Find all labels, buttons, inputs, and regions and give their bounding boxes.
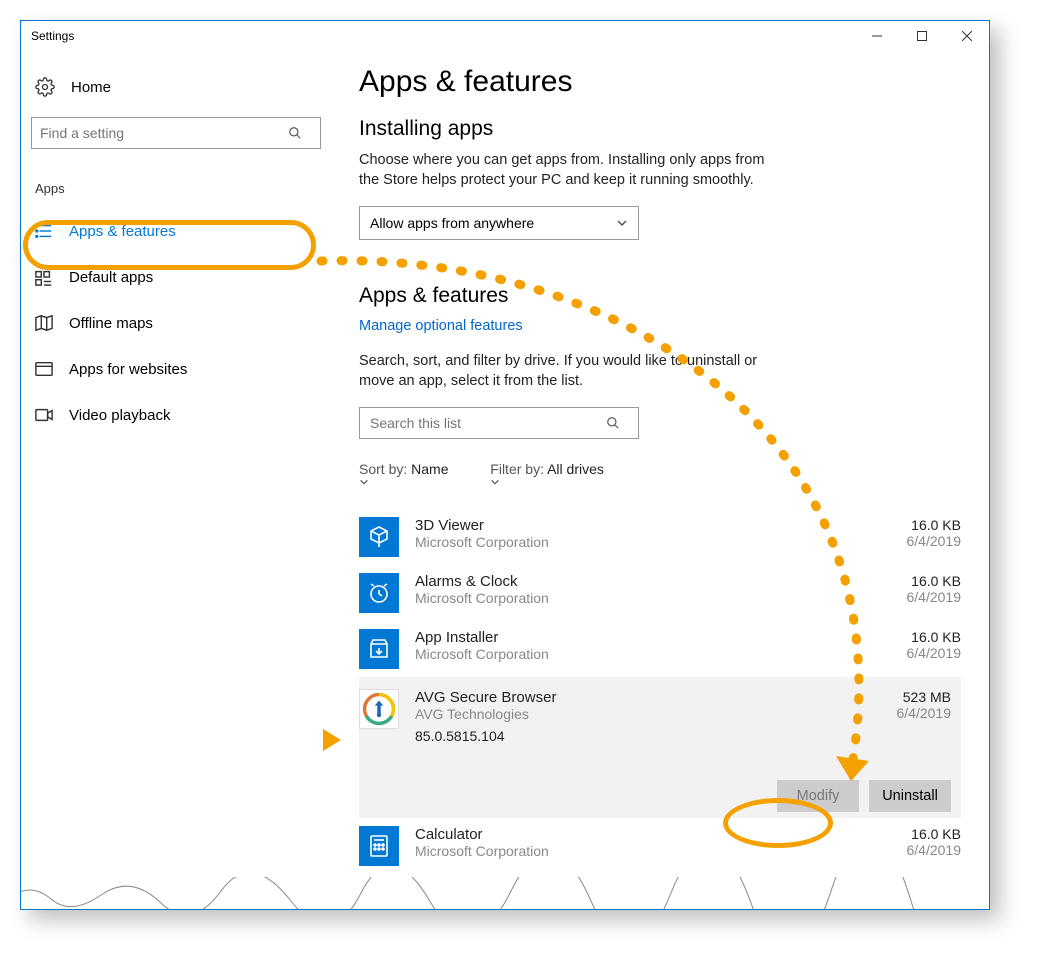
sidebar-item-label: Video playback xyxy=(69,407,170,424)
video-playback-icon xyxy=(35,406,53,424)
sidebar-item-video-playback[interactable]: Video playback xyxy=(31,392,321,438)
find-setting-search[interactable] xyxy=(31,117,321,149)
app-action-row: Modify Uninstall xyxy=(359,756,961,818)
sort-by-dropdown[interactable]: Sort by: Name xyxy=(359,461,456,487)
sidebar: Home Apps Apps & features xyxy=(21,51,331,909)
app-name: AVG Secure Browser xyxy=(415,689,845,706)
find-setting-input[interactable] xyxy=(32,125,288,141)
app-icon-alarms-clock xyxy=(359,573,399,613)
modify-button[interactable]: Modify xyxy=(777,780,859,812)
app-list: 3D Viewer Microsoft Corporation 16.0 KB … xyxy=(359,509,961,874)
app-name: Calculator xyxy=(415,826,855,843)
app-date: 6/4/2019 xyxy=(871,645,961,661)
app-name: Alarms & Clock xyxy=(415,573,855,590)
manage-optional-features-link[interactable]: Manage optional features xyxy=(359,318,961,334)
apps-websites-icon xyxy=(35,360,53,378)
filter-by-dropdown[interactable]: Filter by: All drives xyxy=(490,461,611,487)
sidebar-home[interactable]: Home xyxy=(31,69,321,105)
annotation-pointer xyxy=(323,729,341,751)
install-source-dropdown[interactable]: Allow apps from anywhere xyxy=(359,206,639,240)
sidebar-item-label: Offline maps xyxy=(69,315,153,332)
app-size: 16.0 KB xyxy=(871,826,961,842)
sort-value: Name xyxy=(411,461,448,477)
sidebar-item-apps-features[interactable]: Apps & features xyxy=(31,208,321,254)
chevron-down-icon xyxy=(359,477,456,487)
app-publisher: Microsoft Corporation xyxy=(415,590,855,606)
torn-edge-decoration xyxy=(20,877,990,910)
app-item-selected[interactable]: AVG Secure Browser AVG Technologies 85.0… xyxy=(359,677,961,756)
sidebar-item-offline-maps[interactable]: Offline maps xyxy=(31,300,321,346)
filter-label: Filter by: xyxy=(490,461,544,477)
settings-window: Settings Home xyxy=(20,20,990,910)
sidebar-section-label: Apps xyxy=(31,177,321,200)
sidebar-item-label: Apps for websites xyxy=(69,361,187,378)
app-date: 6/4/2019 xyxy=(871,842,961,858)
app-size: 16.0 KB xyxy=(871,573,961,589)
page-title: Apps & features xyxy=(359,65,961,99)
app-date: 6/4/2019 xyxy=(871,589,961,605)
titlebar: Settings xyxy=(21,21,989,51)
app-publisher: Microsoft Corporation xyxy=(415,843,855,859)
app-icon-app-installer xyxy=(359,629,399,669)
sidebar-home-label: Home xyxy=(71,79,111,96)
apps-features-heading: Apps & features xyxy=(359,284,961,308)
install-source-value: Allow apps from anywhere xyxy=(370,215,534,231)
app-item[interactable]: Alarms & Clock Microsoft Corporation 16.… xyxy=(359,565,961,621)
app-icon-avg-browser xyxy=(359,689,399,729)
installing-apps-desc: Choose where you can get apps from. Inst… xyxy=(359,151,779,190)
close-button[interactable] xyxy=(944,21,989,51)
app-item[interactable]: App Installer Microsoft Corporation 16.0… xyxy=(359,621,961,677)
main-panel: Apps & features Installing apps Choose w… xyxy=(331,51,989,909)
search-icon xyxy=(288,126,320,140)
app-size: 16.0 KB xyxy=(871,517,961,533)
chevron-down-icon xyxy=(490,477,611,487)
app-publisher: Microsoft Corporation xyxy=(415,534,855,550)
app-size: 523 MB xyxy=(861,689,951,705)
apps-features-desc: Search, sort, and filter by drive. If yo… xyxy=(359,352,779,391)
sidebar-item-apps-websites[interactable]: Apps for websites xyxy=(31,346,321,392)
uninstall-button[interactable]: Uninstall xyxy=(869,780,951,812)
maximize-button[interactable] xyxy=(899,21,944,51)
app-size: 16.0 KB xyxy=(871,629,961,645)
app-date: 6/4/2019 xyxy=(871,533,961,549)
sidebar-item-label: Apps & features xyxy=(69,223,176,240)
app-date: 6/4/2019 xyxy=(861,705,951,721)
app-publisher: Microsoft Corporation xyxy=(415,646,855,662)
app-publisher: AVG Technologies xyxy=(415,706,845,722)
search-icon xyxy=(606,416,638,430)
search-app-list[interactable] xyxy=(359,407,639,439)
apps-features-icon xyxy=(35,222,53,240)
app-icon-calculator xyxy=(359,826,399,866)
app-name: 3D Viewer xyxy=(415,517,855,534)
app-name: App Installer xyxy=(415,629,855,646)
default-apps-icon xyxy=(35,268,53,286)
sidebar-item-label: Default apps xyxy=(69,269,153,286)
app-item[interactable]: Calculator Microsoft Corporation 16.0 KB… xyxy=(359,818,961,874)
sort-label: Sort by: xyxy=(359,461,407,477)
offline-maps-icon xyxy=(35,314,53,332)
search-app-list-input[interactable] xyxy=(360,415,606,431)
minimize-button[interactable] xyxy=(854,21,899,51)
chevron-down-icon xyxy=(616,217,628,229)
app-version: 85.0.5815.104 xyxy=(415,728,845,744)
gear-icon xyxy=(35,77,55,97)
window-title: Settings xyxy=(31,29,74,43)
app-item[interactable]: 3D Viewer Microsoft Corporation 16.0 KB … xyxy=(359,509,961,565)
sidebar-item-default-apps[interactable]: Default apps xyxy=(31,254,321,300)
installing-apps-heading: Installing apps xyxy=(359,117,961,141)
filter-value: All drives xyxy=(547,461,604,477)
app-icon-3d-viewer xyxy=(359,517,399,557)
